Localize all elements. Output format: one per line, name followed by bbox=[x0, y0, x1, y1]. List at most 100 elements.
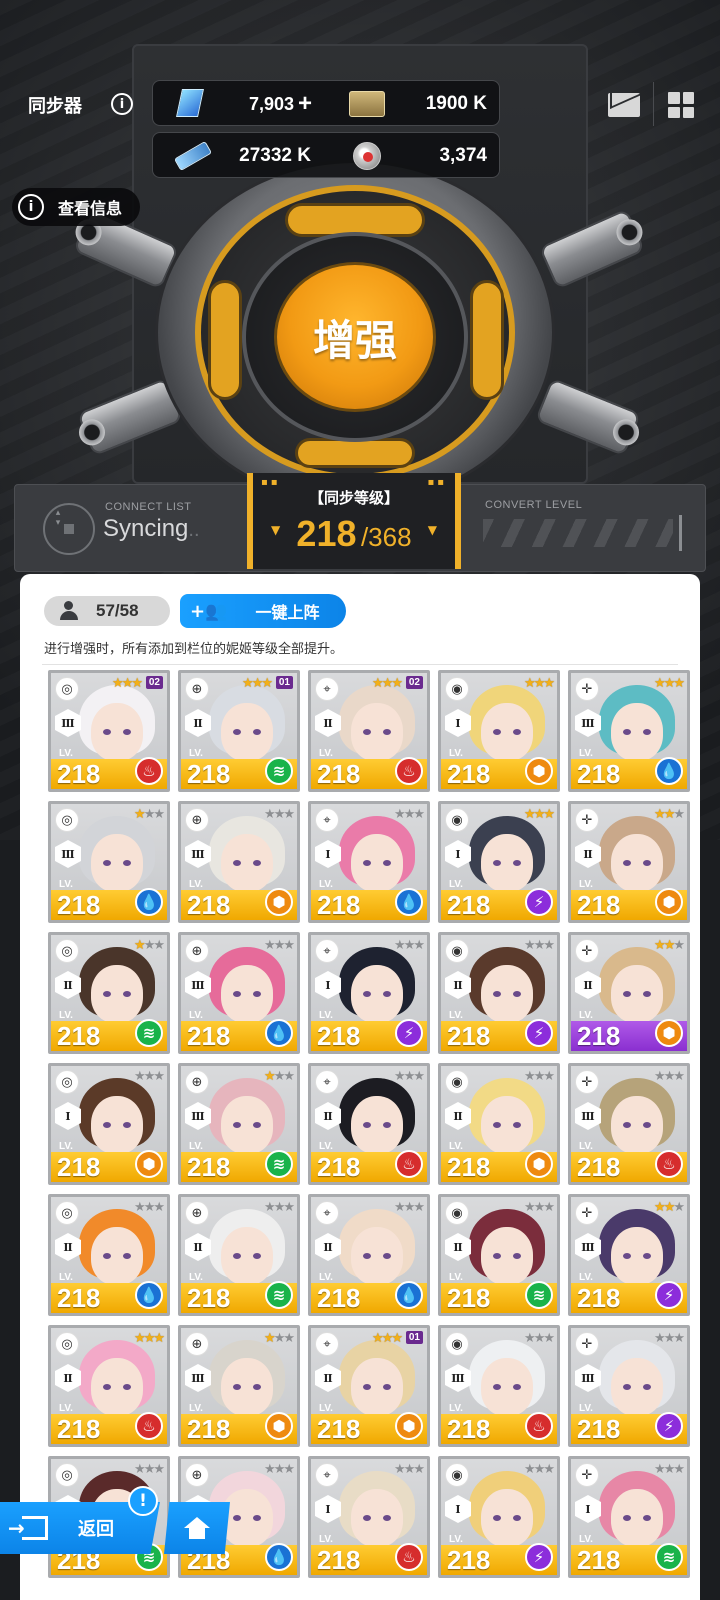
limit-break-stars: ★★★ bbox=[264, 938, 295, 953]
nikke-card[interactable]: ◎ Ⅱ ★★★ LV. 218 💧 bbox=[48, 1194, 170, 1316]
limit-break-stars: ★★★ bbox=[524, 1462, 555, 1477]
water-element-icon: 💧 bbox=[135, 1281, 163, 1309]
weapon-class-icon: ⊕ bbox=[185, 808, 209, 832]
nikke-eye bbox=[513, 991, 521, 997]
level-value: 218 bbox=[447, 1152, 491, 1182]
view-info-button[interactable]: i 查看信息 bbox=[12, 188, 140, 226]
weapon-class-icon: ◎ bbox=[55, 939, 79, 963]
nikke-card[interactable]: ⌖ Ⅱ ★★★ 02 LV. 218 ♨ bbox=[308, 670, 430, 792]
nikke-card[interactable]: ⊕ Ⅱ ★★★ 01 LV. 218 ≋ bbox=[178, 670, 300, 792]
mail-icon[interactable] bbox=[608, 93, 640, 117]
info-icon[interactable]: i bbox=[111, 93, 133, 115]
limit-break-stars: ★★★ bbox=[264, 1200, 295, 1215]
nikke-eye bbox=[103, 1253, 111, 1259]
nikke-card[interactable]: ◉ Ⅲ ★★★ LV. 218 ♨ bbox=[438, 1325, 560, 1447]
nikke-card[interactable]: ⊕ Ⅱ ★★★ LV. 218 ≋ bbox=[178, 1194, 300, 1316]
nikke-card[interactable]: ✛ Ⅲ ★★★ LV. 218 💧 bbox=[568, 670, 690, 792]
nikke-card[interactable]: ◉ Ⅰ ★★★ LV. 218 ⚡ bbox=[438, 1456, 560, 1578]
synchro-slot-panel: 57/58 +👥 一键上阵 进行增强时，所有添加到栏位的妮姬等级全部提升。 ◎ Ⅲ… bbox=[20, 574, 700, 1600]
level-label: LV. bbox=[579, 1272, 593, 1283]
syncing-dots: .. bbox=[188, 519, 200, 541]
menu-grid-icon[interactable] bbox=[668, 92, 694, 118]
nikke-eye bbox=[103, 729, 111, 735]
gems-plus-icon[interactable]: + bbox=[298, 90, 312, 118]
level-label: LV. bbox=[189, 1272, 203, 1283]
weapon-class-icon: ◎ bbox=[55, 1463, 79, 1487]
level-label: LV. bbox=[319, 1010, 333, 1021]
iron-element-icon: ⬢ bbox=[525, 757, 553, 785]
nikke-card[interactable]: ◉ Ⅰ ★★★ LV. 218 ⬢ bbox=[438, 670, 560, 792]
nikke-face bbox=[481, 1096, 533, 1154]
nikke-eye bbox=[103, 1122, 111, 1128]
level-value: 218 bbox=[187, 1283, 231, 1313]
iron-element-icon: ⬢ bbox=[655, 888, 683, 916]
limit-break-stars: ★★★ bbox=[372, 1331, 403, 1346]
level-value: 218 bbox=[187, 890, 231, 920]
nikke-card[interactable]: ◎ Ⅲ ★★★ LV. 218 💧 bbox=[48, 801, 170, 923]
auto-assign-button[interactable]: +👥 一键上阵 bbox=[180, 594, 346, 628]
nikke-card[interactable]: ⊕ Ⅲ ★★★ LV. 218 💧 bbox=[178, 932, 300, 1054]
exit-icon bbox=[8, 1516, 48, 1540]
nikke-card[interactable]: ✛ Ⅱ ★★★ LV. 218 ⬢ bbox=[568, 801, 690, 923]
nikke-card[interactable]: ◎ Ⅱ ★★★ LV. 218 ♨ bbox=[48, 1325, 170, 1447]
nikke-eye bbox=[233, 991, 241, 997]
nikke-eye bbox=[233, 1384, 241, 1390]
nikke-card[interactable]: ✛ Ⅱ ★★★ LV. 218 ⬢ bbox=[568, 932, 690, 1054]
level-value: 218 bbox=[577, 1152, 621, 1182]
notification-badge[interactable]: ! bbox=[128, 1486, 158, 1516]
nikke-eye bbox=[623, 991, 631, 997]
level-value: 218 bbox=[577, 1283, 621, 1313]
nikke-eye bbox=[513, 1122, 521, 1128]
nikke-card[interactable]: ⊕ Ⅲ ★★★ LV. 218 ⬢ bbox=[178, 1325, 300, 1447]
limit-break-stars: ★★★ bbox=[654, 1069, 685, 1084]
nikke-card[interactable]: ◎ Ⅰ ★★★ LV. 218 ⬢ bbox=[48, 1063, 170, 1185]
nikke-face bbox=[351, 965, 403, 1023]
level-value: 218 bbox=[57, 1152, 101, 1182]
nikke-eye bbox=[233, 1122, 241, 1128]
nikke-card[interactable]: ⊕ Ⅲ ★★★ LV. 218 ⬢ bbox=[178, 801, 300, 923]
nikke-card[interactable]: ◎Ⅱ★★★LV.218≋ bbox=[48, 932, 170, 1054]
nikke-card[interactable]: ⌖ Ⅰ ★★★ LV. 218 ♨ bbox=[308, 1456, 430, 1578]
level-label: LV. bbox=[319, 1534, 333, 1545]
nikke-card[interactable]: ✛ Ⅰ ★★★ LV. 218 ≋ bbox=[568, 1456, 690, 1578]
weapon-class-icon: ⌖ bbox=[315, 1463, 339, 1487]
nikke-eye bbox=[493, 729, 501, 735]
nikke-card[interactable]: ◉ Ⅰ ★★★ LV. 218 ⚡ bbox=[438, 801, 560, 923]
nikke-eye bbox=[493, 860, 501, 866]
weapon-class-icon: ✛ bbox=[575, 808, 599, 832]
nikke-eye bbox=[233, 1253, 241, 1259]
nikke-card[interactable]: ⌖ Ⅱ ★★★ LV. 218 💧 bbox=[308, 1194, 430, 1316]
nikke-card[interactable]: ◉ Ⅱ ★★★ LV. 218 ⚡ bbox=[438, 932, 560, 1054]
nikke-face bbox=[481, 703, 533, 761]
nikke-eye bbox=[643, 1515, 651, 1521]
level-value: 218 bbox=[317, 759, 361, 789]
nikke-card[interactable]: ✛ Ⅲ ★★★ LV. 218 ⚡ bbox=[568, 1325, 690, 1447]
panel-hint-text: 进行增强时，所有添加到栏位的妮姬等级全部提升。 bbox=[44, 642, 344, 657]
nikke-eye bbox=[493, 1515, 501, 1521]
view-info-label: 查看信息 bbox=[58, 199, 123, 218]
nikke-card[interactable]: ⌖ Ⅰ ★★★ LV. 218 ⚡ bbox=[308, 932, 430, 1054]
nikke-face bbox=[351, 1096, 403, 1154]
nikke-card[interactable]: ◉ Ⅱ ★★★ LV. 218 ⬢ bbox=[438, 1063, 560, 1185]
nikke-card[interactable]: ✛ Ⅲ ★★★ LV. 218 ♨ bbox=[568, 1063, 690, 1185]
home-button[interactable] bbox=[164, 1502, 230, 1554]
nikke-card[interactable]: ◎ Ⅲ ★★★ 02 LV. 218 ♨ bbox=[48, 670, 170, 792]
level-value: 218 bbox=[57, 1283, 101, 1313]
level-value: 218 bbox=[577, 890, 621, 920]
limit-break-stars: ★★★ bbox=[134, 1462, 165, 1477]
nikke-face bbox=[91, 1227, 143, 1285]
nikke-card[interactable]: ⌖ Ⅱ ★★★ LV. 218 ♨ bbox=[308, 1063, 430, 1185]
weapon-class-icon: ✛ bbox=[575, 939, 599, 963]
enhance-button[interactable]: 增强 bbox=[274, 262, 436, 412]
nikke-face bbox=[611, 834, 663, 892]
nikke-card[interactable]: ◉ Ⅱ ★★★ LV. 218 ≋ bbox=[438, 1194, 560, 1316]
nikke-card[interactable]: ⌖ Ⅱ ★★★ 01 LV. 218 ⬢ bbox=[308, 1325, 430, 1447]
nikke-face bbox=[351, 1489, 403, 1547]
nikke-card[interactable]: ⊕ Ⅲ ★★★ LV. 218 ≋ bbox=[178, 1063, 300, 1185]
limit-break-stars: ★★★ bbox=[524, 807, 555, 822]
nikke-card[interactable]: ⌖ Ⅰ ★★★ LV. 218 💧 bbox=[308, 801, 430, 923]
nikke-card[interactable]: ✛ Ⅲ ★★★ LV. 218 ⚡ bbox=[568, 1194, 690, 1316]
weapon-class-icon: ◎ bbox=[55, 1201, 79, 1225]
nikke-eye bbox=[513, 860, 521, 866]
nikke-face bbox=[221, 965, 273, 1023]
